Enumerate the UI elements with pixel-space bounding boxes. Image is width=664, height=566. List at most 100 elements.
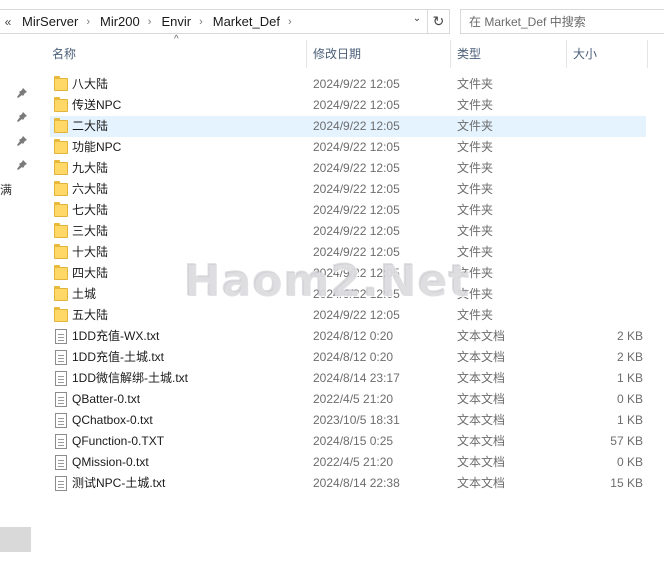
text-file-icon: [54, 329, 68, 344]
file-size: [573, 95, 643, 116]
file-type: 文本文档: [457, 371, 506, 385]
file-row[interactable]: QMission-0.txt 2022/4/5 21:20 文本文档 0 KB: [50, 452, 646, 473]
file-type: 文件夹: [457, 161, 494, 175]
file-name: QChatbox-0.txt: [72, 413, 153, 427]
file-row[interactable]: 八大陆 2024/9/22 12:05 文件夹: [50, 74, 646, 95]
file-row[interactable]: 六大陆 2024/9/22 12:05 文件夹: [50, 179, 646, 200]
file-row[interactable]: 1DD充值-WX.txt 2024/8/12 0:20 文本文档 2 KB: [50, 326, 646, 347]
nav-selected-item[interactable]: [0, 527, 31, 552]
file-size: 15 KB: [610, 476, 643, 490]
file-row[interactable]: 测试NPC-土城.txt 2024/8/14 22:38 文本文档 15 KB: [50, 473, 646, 494]
folder-icon-shape: [54, 307, 68, 322]
file-name: 1DD微信解绑-土城.txt: [72, 371, 189, 385]
file-row[interactable]: QChatbox-0.txt 2023/10/5 18:31 文本文档 1 KB: [50, 410, 646, 431]
file-row[interactable]: 1DD微信解绑-土城.txt 2024/8/14 23:17 文本文档 1 KB: [50, 368, 646, 389]
file-modified-date: 2023/10/5 18:31: [313, 413, 400, 427]
file-modified-date: 2024/9/22 12:05: [313, 98, 400, 112]
chevron-right-icon[interactable]: ›: [144, 16, 156, 28]
folder-icon: [54, 202, 68, 218]
breadcrumb-market-def[interactable]: Market_Def: [207, 14, 284, 29]
folder-icon: [54, 76, 68, 92]
folder-icon: [54, 181, 68, 197]
text-file-icon: [54, 371, 68, 386]
folder-icon-shape: [54, 181, 68, 196]
text-file-icon-shape: [55, 434, 67, 449]
chevron-right-icon[interactable]: ›: [195, 16, 207, 28]
text-file-icon-shape: [55, 371, 67, 386]
column-header-date[interactable]: 修改日期: [307, 40, 450, 68]
nav-item-label-fragment[interactable]: 满: [0, 181, 12, 198]
file-size: [573, 116, 643, 137]
chevron-right-icon[interactable]: ›: [82, 16, 94, 28]
column-header-name[interactable]: 名称: [46, 40, 306, 68]
text-file-icon: [54, 350, 68, 365]
folder-icon-shape: [54, 202, 68, 217]
chevron-right-icon[interactable]: ›: [284, 16, 296, 28]
folder-icon-shape: [54, 160, 68, 175]
file-name: 六大陆: [72, 182, 109, 196]
file-type: 文件夹: [457, 203, 494, 217]
file-row[interactable]: 1DD充值-土城.txt 2024/8/12 0:20 文本文档 2 KB: [50, 347, 646, 368]
refresh-button[interactable]: ↻: [428, 9, 450, 34]
file-row[interactable]: QFunction-0.TXT 2024/8/15 0:25 文本文档 57 KB: [50, 431, 646, 452]
breadcrumb-mirserver[interactable]: MirServer: [16, 14, 82, 29]
breadcrumb-envir[interactable]: Envir: [155, 14, 195, 29]
file-size: [573, 221, 643, 242]
address-row: « MirServer › Mir200 › Envir › Market_De…: [0, 6, 664, 36]
file-type: 文本文档: [457, 413, 506, 427]
folder-icon-shape: [54, 286, 68, 301]
file-size: 1 KB: [616, 413, 643, 427]
file-row[interactable]: 四大陆 2024/9/22 12:05 文件夹: [50, 263, 646, 284]
file-size: 1 KB: [616, 371, 643, 385]
navigation-pane: 满: [0, 40, 38, 566]
file-row[interactable]: 五大陆 2024/9/22 12:05 文件夹: [50, 305, 646, 326]
file-name: QFunction-0.TXT: [72, 434, 165, 448]
file-name: 七大陆: [72, 203, 109, 217]
address-bar[interactable]: « MirServer › Mir200 › Envir › Market_De…: [0, 9, 428, 34]
folder-icon: [54, 307, 68, 323]
folder-icon: [54, 223, 68, 239]
file-row[interactable]: 三大陆 2024/9/22 12:05 文件夹: [50, 221, 646, 242]
file-name: 八大陆: [72, 77, 109, 91]
file-name: QBatter-0.txt: [72, 392, 141, 406]
search-box[interactable]: [460, 9, 664, 34]
file-name: 1DD充值-WX.txt: [72, 329, 160, 343]
file-type: 文件夹: [457, 287, 494, 301]
file-name: 五大陆: [72, 308, 109, 322]
column-divider[interactable]: [647, 40, 648, 68]
text-file-icon-shape: [55, 392, 67, 407]
file-row[interactable]: 传送NPC 2024/9/22 12:05 文件夹: [50, 95, 646, 116]
file-row[interactable]: 十大陆 2024/9/22 12:05 文件夹: [50, 242, 646, 263]
breadcrumb-mir200[interactable]: Mir200: [94, 14, 144, 29]
file-modified-date: 2024/8/12 0:20: [313, 329, 394, 343]
file-modified-date: 2024/9/22 12:05: [313, 140, 400, 154]
breadcrumb-overflow-button[interactable]: «: [0, 15, 16, 29]
folder-icon: [54, 265, 68, 281]
file-modified-date: 2024/8/15 0:25: [313, 434, 394, 448]
address-history-dropdown[interactable]: ⌄: [408, 9, 426, 28]
file-type: 文件夹: [457, 98, 494, 112]
file-type: 文件夹: [457, 245, 494, 259]
file-row[interactable]: 二大陆 2024/9/22 12:05 文件夹: [50, 116, 646, 137]
file-row[interactable]: 九大陆 2024/9/22 12:05 文件夹: [50, 158, 646, 179]
search-input[interactable]: [469, 14, 649, 29]
file-size: [573, 158, 643, 179]
file-modified-date: 2022/4/5 21:20: [313, 455, 394, 469]
column-header-type[interactable]: 类型: [451, 40, 566, 68]
file-row[interactable]: QBatter-0.txt 2022/4/5 21:20 文本文档 0 KB: [50, 389, 646, 410]
file-size: [573, 242, 643, 263]
file-size: 2 KB: [616, 350, 643, 364]
folder-icon-shape: [54, 139, 68, 154]
file-type: 文件夹: [457, 182, 494, 196]
file-modified-date: 2024/9/22 12:05: [313, 308, 400, 322]
column-headers: ^ 名称 修改日期 类型 大小: [38, 34, 664, 68]
file-row[interactable]: 七大陆 2024/9/22 12:05 文件夹: [50, 200, 646, 221]
file-size: [573, 179, 643, 200]
file-row[interactable]: 功能NPC 2024/9/22 12:05 文件夹: [50, 137, 646, 158]
column-header-size[interactable]: 大小: [567, 40, 647, 68]
file-type: 文本文档: [457, 434, 506, 448]
file-name: QMission-0.txt: [72, 455, 149, 469]
file-size: 0 KB: [616, 392, 643, 406]
file-name: 十大陆: [72, 245, 109, 259]
file-row[interactable]: 土城 2024/9/22 12:05 文件夹: [50, 284, 646, 305]
